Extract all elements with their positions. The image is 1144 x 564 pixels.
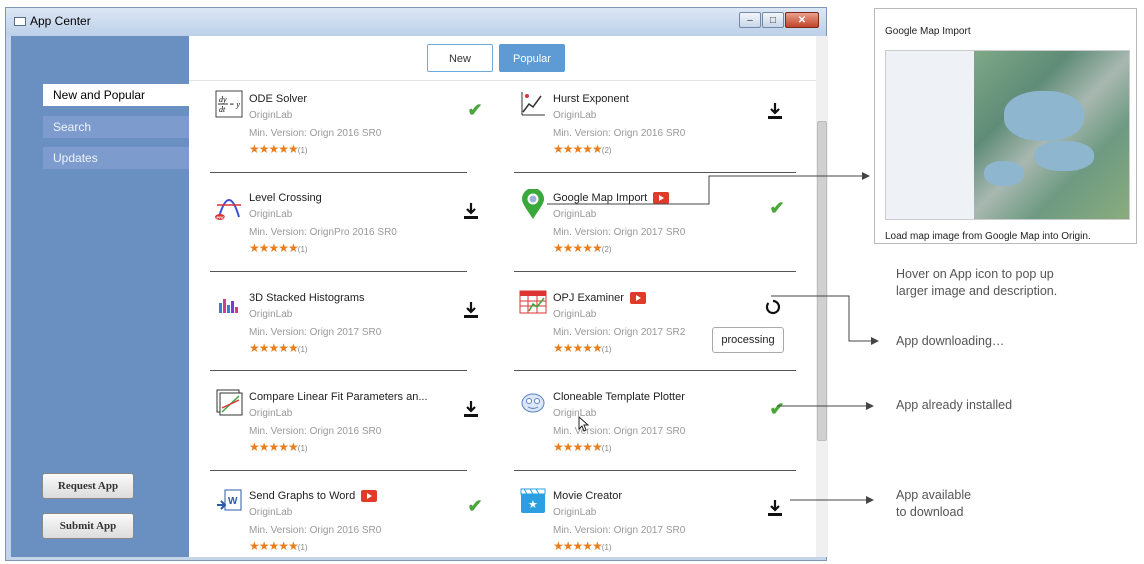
annotation-hover-line1: Hover on App icon to pop up xyxy=(896,267,1054,281)
annotation-downloading: App downloading… xyxy=(896,334,1005,348)
annotation-installed: App already installed xyxy=(896,398,1013,412)
annotation-hover: Hover on App icon to pop up larger image… xyxy=(896,266,1057,300)
annotation-hover-line2: larger image and description. xyxy=(896,284,1058,298)
annotation-available-line1: App available xyxy=(896,488,972,502)
annotation-available: App available to download xyxy=(896,487,971,521)
annotation-available-line2: to download xyxy=(896,505,964,519)
